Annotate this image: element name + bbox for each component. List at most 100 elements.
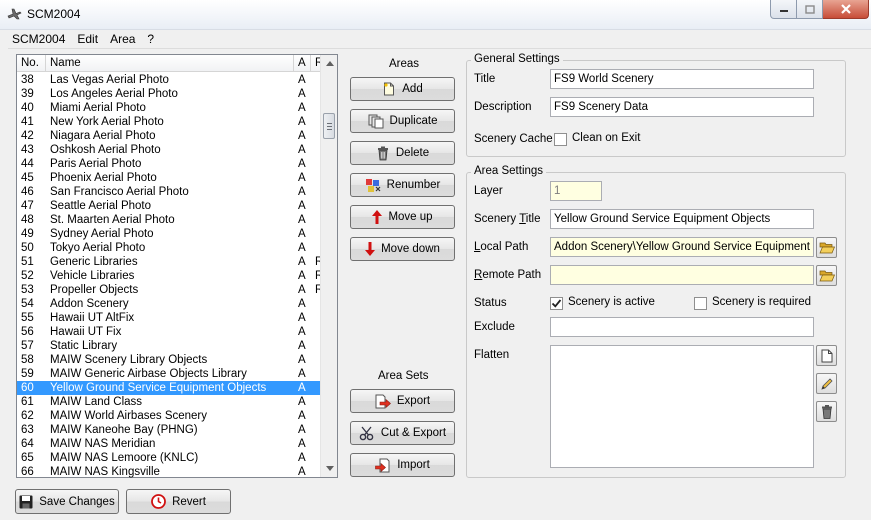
revert-label: Revert <box>172 495 206 508</box>
list-item[interactable]: 62 MAIW World Airbases Scenery A <box>17 409 321 423</box>
list-header: No. Name A R <box>17 55 323 72</box>
menu-scm2004[interactable]: SCM2004 <box>8 32 73 46</box>
cut-export-button[interactable]: Cut & Export <box>350 421 455 445</box>
folder-open-icon <box>818 242 835 254</box>
delete-button[interactable]: Delete <box>350 141 455 165</box>
list-item[interactable]: 51 Generic Libraries A R <box>17 255 321 269</box>
item-name: MAIW World Airbases Scenery <box>50 410 208 422</box>
clean-on-exit-checkbox[interactable] <box>554 133 567 146</box>
minimize-icon <box>779 10 788 12</box>
scroll-down-button[interactable] <box>321 460 338 477</box>
local-path-field[interactable]: Addon Scenery\Yellow Ground Service Equi… <box>550 237 814 257</box>
item-number: 50 <box>21 242 34 254</box>
list-item[interactable]: 58 MAIW Scenery Library Objects A <box>17 353 321 367</box>
scenery-title-field[interactable]: Yellow Ground Service Equipment Objects <box>550 209 814 229</box>
scenery-active-checkbox[interactable] <box>550 297 563 310</box>
title-field[interactable]: FS9 World Scenery <box>550 69 814 89</box>
list-item[interactable]: 54 Addon Scenery A <box>17 297 321 311</box>
list-item[interactable]: 40 Miami Aerial Photo A <box>17 101 321 115</box>
item-number: 43 <box>21 144 34 156</box>
close-button[interactable] <box>823 0 869 19</box>
list-item[interactable]: 53 Propeller Objects A R <box>17 283 321 297</box>
exclude-field[interactable] <box>550 317 814 337</box>
list-item[interactable]: 50 Tokyo Aerial Photo A <box>17 241 321 255</box>
list-scrollbar[interactable] <box>320 55 337 477</box>
folder-open-icon <box>818 270 835 282</box>
general-settings-title: General Settings <box>471 53 563 65</box>
list-item[interactable]: 59 MAIW Generic Airbase Objects Library A <box>17 367 321 381</box>
item-name: MAIW NAS Meridian <box>50 438 156 450</box>
item-active-flag: A <box>298 438 306 450</box>
item-name: Miami Aerial Photo <box>50 102 146 114</box>
maximize-button[interactable] <box>797 0 823 19</box>
item-name: Vehicle Libraries <box>50 270 135 282</box>
list-item[interactable]: 44 Paris Aerial Photo A <box>17 157 321 171</box>
scenery-list[interactable]: No. Name A R 38Las Vegas Aerial PhotoA39… <box>16 54 338 478</box>
item-number: 44 <box>21 158 34 170</box>
list-item[interactable]: 39 Los Angeles Aerial Photo A <box>17 87 321 101</box>
flatten-edit-button[interactable] <box>816 373 837 394</box>
list-item[interactable]: 65 MAIW NAS Lemoore (KNLC) A <box>17 451 321 465</box>
scroll-up-button[interactable] <box>321 55 338 72</box>
column-header-name[interactable]: Name <box>46 55 294 72</box>
item-active-flag: A <box>298 340 306 352</box>
item-active-flag: A <box>298 354 306 366</box>
list-item[interactable]: 60 Yellow Ground Service Equipment Object… <box>17 381 321 395</box>
local-path-label: Local Path <box>474 241 529 253</box>
item-name: Sydney Aerial Photo <box>50 228 154 240</box>
revert-button[interactable]: Revert <box>126 489 231 514</box>
list-item[interactable]: 57 Static Library A <box>17 339 321 353</box>
list-item[interactable]: 43 Oshkosh Aerial Photo A <box>17 143 321 157</box>
renumber-button[interactable]: Renumber <box>350 173 455 197</box>
list-item[interactable]: 42 Niagara Aerial Photo A <box>17 129 321 143</box>
scenery-cache-label: Scenery Cache <box>474 133 553 145</box>
menu-edit[interactable]: Edit <box>73 32 106 46</box>
add-button[interactable]: Add <box>350 77 455 101</box>
move-down-button[interactable]: Move down <box>350 237 455 261</box>
list-item[interactable]: 63 MAIW Kaneohe Bay (PHNG) A <box>17 423 321 437</box>
list-item[interactable]: 56 Hawaii UT Fix A <box>17 325 321 339</box>
list-item[interactable]: 41 New York Aerial Photo A <box>17 115 321 129</box>
add-label: Add <box>402 83 423 95</box>
scroll-thumb[interactable] <box>323 113 335 139</box>
browse-remote-path-button[interactable] <box>816 265 837 286</box>
list-item[interactable]: 52 Vehicle Libraries A R <box>17 269 321 283</box>
remote-path-field[interactable] <box>550 265 814 285</box>
list-item[interactable]: 64 MAIW NAS Meridian A <box>17 437 321 451</box>
item-name: Hawaii UT AltFix <box>50 312 135 324</box>
list-item[interactable]: 46 San Francisco Aerial Photo A <box>17 185 321 199</box>
scenery-active-label[interactable]: Scenery is active <box>568 296 655 308</box>
minimize-button[interactable] <box>770 0 797 19</box>
flatten-add-button[interactable] <box>816 345 837 366</box>
save-changes-button[interactable]: Save Changes <box>15 489 119 514</box>
column-header-active[interactable]: A <box>294 55 311 72</box>
list-item[interactable]: 47 Seattle Aerial Photo A <box>17 199 321 213</box>
flatten-field[interactable] <box>550 345 814 468</box>
list-item[interactable]: 49 Sydney Aerial Photo A <box>17 227 321 241</box>
menu-help[interactable]: ? <box>143 32 162 46</box>
browse-local-path-button[interactable] <box>816 237 837 258</box>
column-header-no[interactable]: No. <box>17 55 46 72</box>
scenery-required-checkbox[interactable] <box>694 297 707 310</box>
item-active-flag: A <box>298 144 306 156</box>
menu-area[interactable]: Area <box>106 32 143 46</box>
clean-on-exit-label[interactable]: Clean on Exit <box>572 132 640 144</box>
delete-label: Delete <box>395 147 430 159</box>
import-button[interactable]: Import <box>350 453 455 477</box>
list-item[interactable]: 48 St. Maarten Aerial Photo A <box>17 213 321 227</box>
duplicate-label: Duplicate <box>389 115 438 127</box>
flatten-delete-button[interactable] <box>816 401 837 422</box>
duplicate-button[interactable]: Duplicate <box>350 109 455 133</box>
list-item[interactable]: 55 Hawaii UT AltFix A <box>17 311 321 325</box>
revert-icon <box>151 494 166 509</box>
list-item[interactable]: 66 MAIW NAS Kingsville A <box>17 465 321 479</box>
list-item[interactable]: 45 Phoenix Aerial Photo A <box>17 171 321 185</box>
layer-field: 1 <box>550 181 602 201</box>
move-up-button[interactable]: Move up <box>350 205 455 229</box>
export-button[interactable]: Export <box>350 389 455 413</box>
description-field[interactable]: FS9 Scenery Data <box>550 97 814 117</box>
list-item[interactable]: 61 MAIW Land Class A <box>17 395 321 409</box>
list-item[interactable]: 38 Las Vegas Aerial Photo A <box>17 73 321 87</box>
scenery-required-label[interactable]: Scenery is required <box>712 296 811 308</box>
item-name: Niagara Aerial Photo <box>50 130 156 142</box>
